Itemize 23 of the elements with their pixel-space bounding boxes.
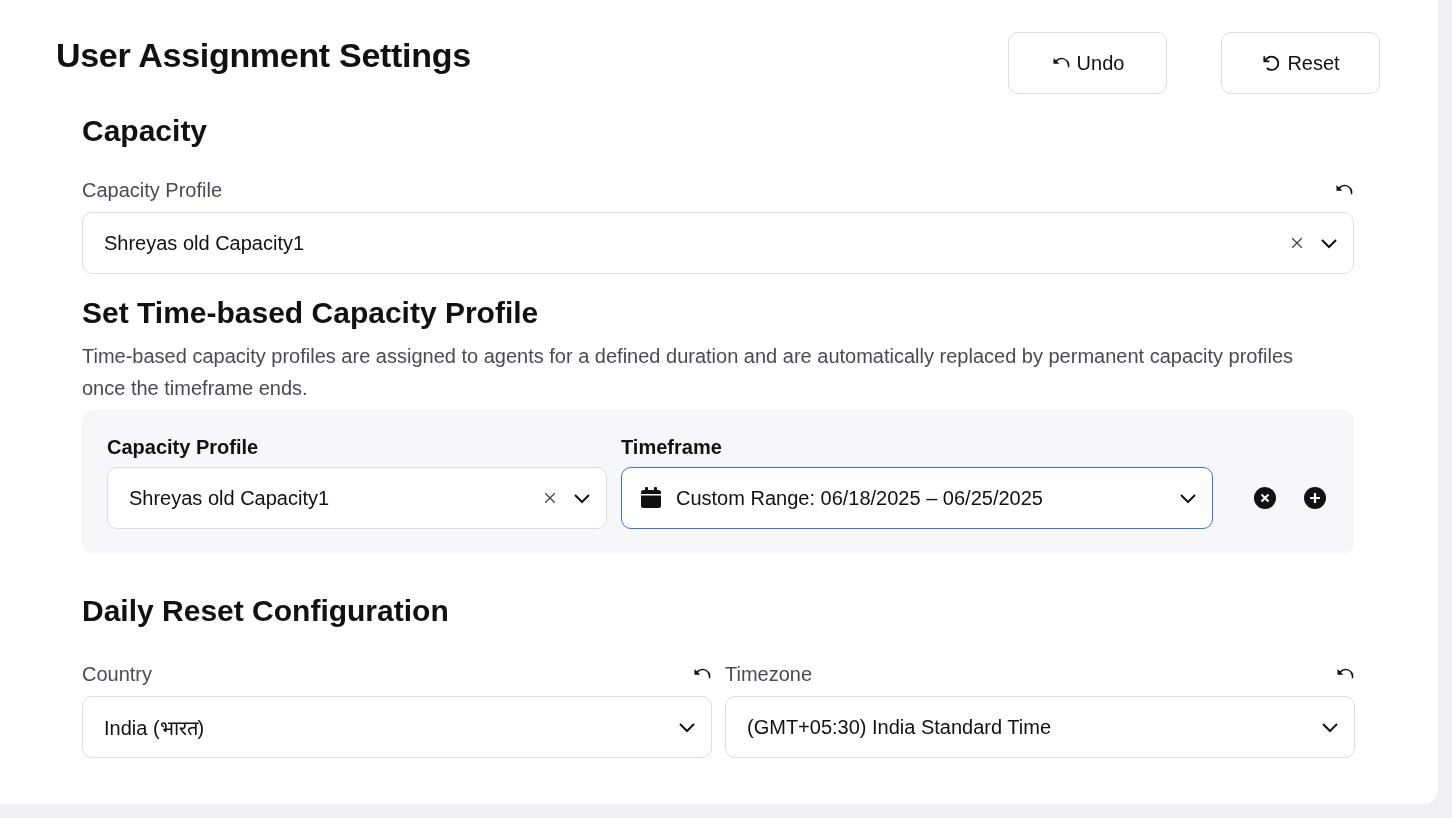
remove-icon[interactable] (1253, 486, 1277, 510)
undo-button[interactable]: Undo (1008, 32, 1167, 94)
field-label: Timeframe (621, 436, 723, 459)
section-heading: Capacity (82, 114, 209, 148)
field-label: Country (82, 662, 153, 686)
field-label: Timezone (725, 662, 813, 686)
add-icon[interactable] (1303, 486, 1327, 510)
select-field[interactable]: Shreyas old Capacity1 (82, 212, 1354, 274)
field-label: Capacity Profile (107, 436, 260, 459)
reset-button[interactable]: Reset (1221, 32, 1380, 94)
clear-icon[interactable] (542, 490, 558, 506)
section-heading: Set Time-based Capacity Profile (82, 296, 540, 330)
select-field[interactable]: India (भारत) (82, 696, 712, 758)
section-heading: Daily Reset Configuration (82, 594, 450, 628)
clear-icon[interactable] (1289, 235, 1305, 251)
select-field[interactable]: Shreyas old Capacity1 (107, 467, 607, 529)
section-description: Time-based capacity profiles are assigned to agents for a defined duration and are automatically replaced by permanent capacity profiles once the timeframe ends. (82, 344, 1295, 401)
select-field[interactable]: (GMT+05:30) India Standard Time (725, 696, 1355, 758)
calendar-icon (640, 487, 662, 509)
reset-icon (1261, 53, 1282, 73)
field-label: Capacity Profile (82, 178, 223, 202)
page-title: User Assignment Settings (56, 36, 471, 75)
date-range-field[interactable]: Custom Range: 06/18/2025 – 06/25/2025 (621, 467, 1213, 529)
